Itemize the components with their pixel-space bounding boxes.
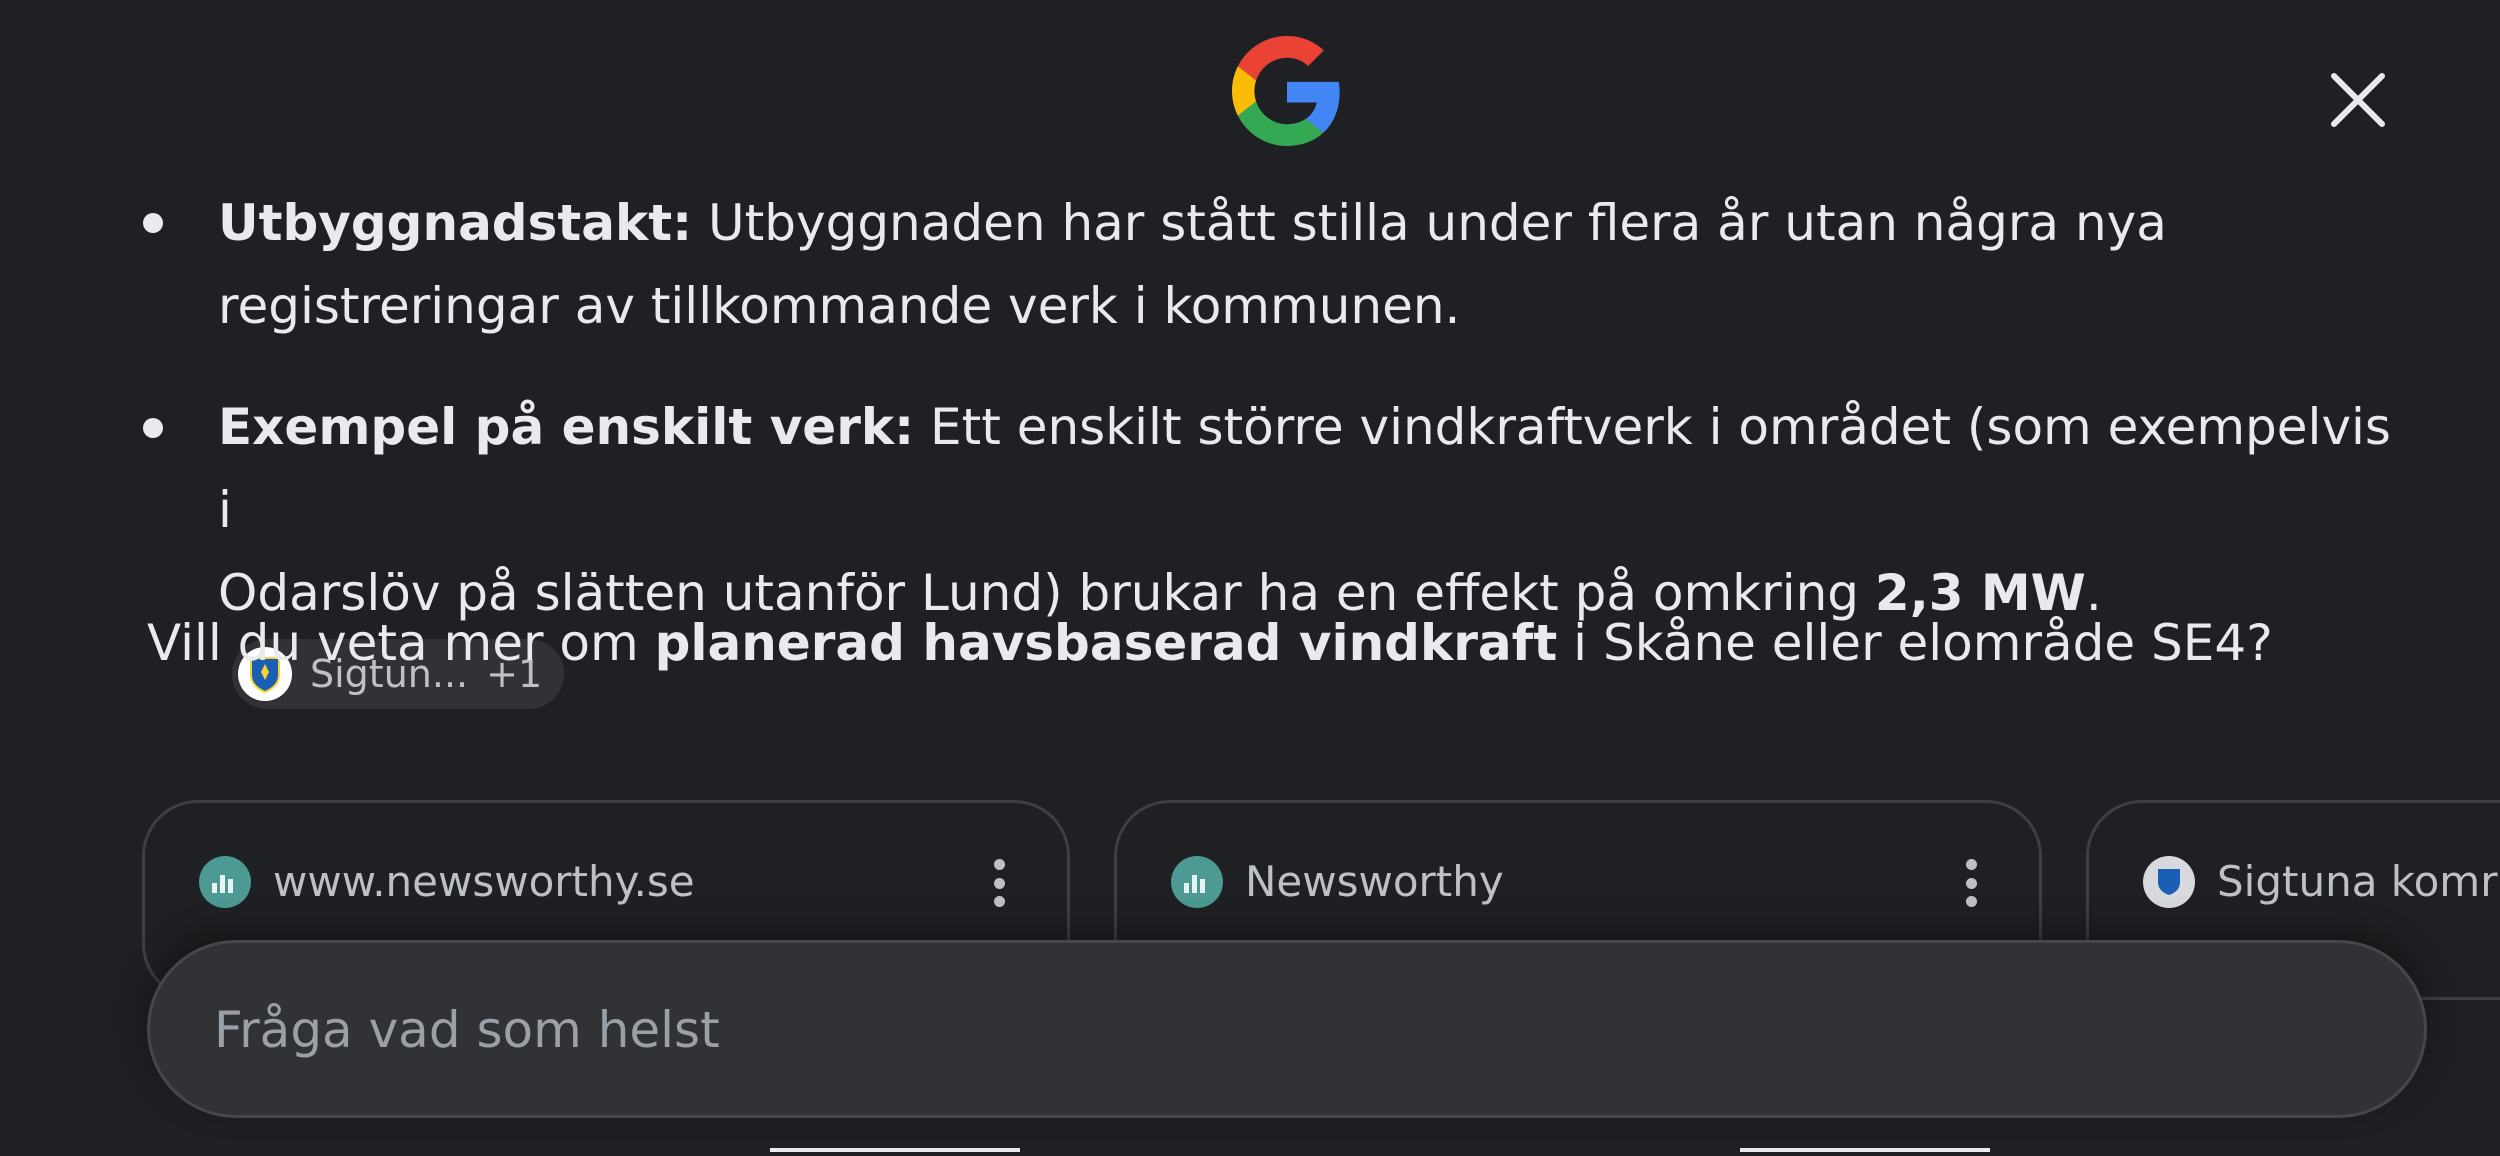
ask-input[interactable]: [212, 943, 2316, 1117]
divider: [1740, 1148, 1990, 1152]
ask-input-bar[interactable]: [147, 940, 2427, 1118]
bullet-term: Exempel på enskilt verk:: [218, 398, 915, 456]
bullet-term: Utbyggnadstakt:: [218, 194, 693, 252]
more-options-icon[interactable]: [991, 859, 1007, 907]
followup-bold: planerad havsbaserad vindkraft: [654, 614, 1558, 672]
bullet-text: Utbyggnaden har stått stilla under flera…: [692, 194, 2167, 252]
bottom-edge: [0, 1140, 2500, 1156]
source-card-site: www.newsworthy.se: [273, 857, 695, 906]
bullet-item: Utbyggnadstakt: Utbyggnaden har stått st…: [218, 182, 2418, 348]
newsworthy-icon: [199, 856, 251, 908]
sigtuna-kommun-icon: [2143, 856, 2195, 908]
followup-text: i Skåne eller elområde SE4?: [1557, 614, 2273, 672]
divider: [770, 1148, 1020, 1152]
followup-question: Vill du veta mer om planerad havsbaserad…: [147, 602, 2397, 685]
close-icon: [2331, 73, 2385, 127]
bullet-text: registreringar av tillkommande verk i ko…: [218, 277, 1461, 335]
ai-answer-panel: Utbyggnadstakt: Utbyggnaden har stått st…: [0, 0, 2500, 1156]
google-g-icon: [1232, 36, 1340, 146]
source-card-site: Newsworthy: [1245, 857, 1504, 906]
source-card-site: Sigtuna komr: [2217, 857, 2498, 906]
followup-text: Vill du veta mer om: [147, 614, 655, 672]
newsworthy-icon: [1171, 856, 1223, 908]
bullet-marker: [143, 213, 163, 233]
close-button[interactable]: [2318, 60, 2398, 140]
bullet-marker: [143, 418, 163, 438]
more-options-icon[interactable]: [1963, 859, 1979, 907]
